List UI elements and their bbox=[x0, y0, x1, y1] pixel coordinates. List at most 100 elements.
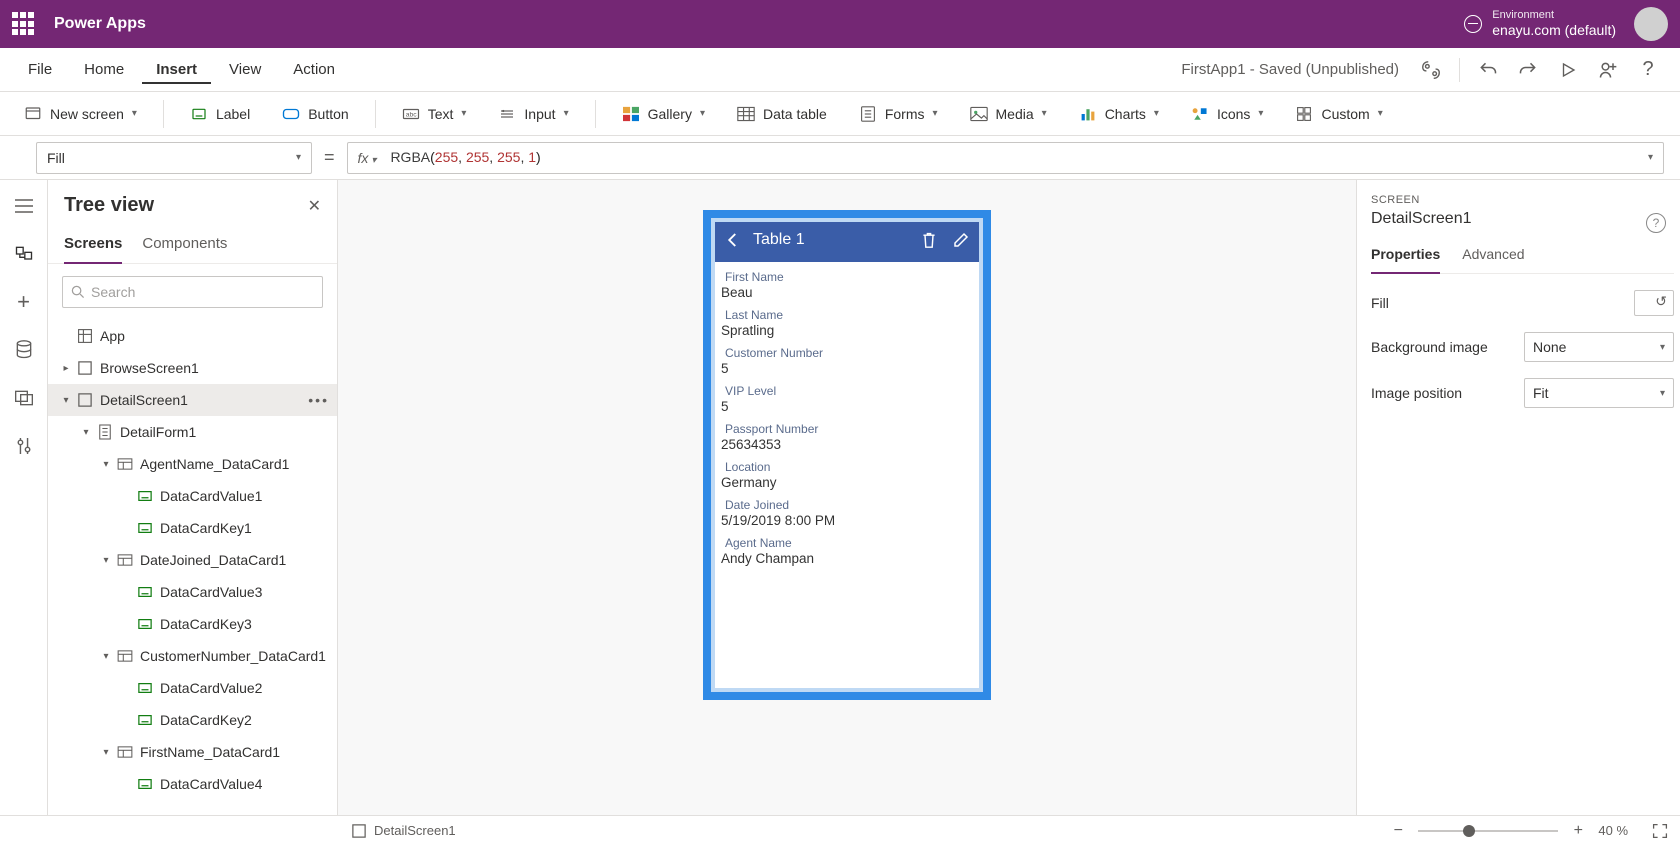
screen-icon bbox=[24, 105, 42, 123]
icons-button[interactable]: Icons ▾ bbox=[1181, 99, 1274, 129]
breadcrumb[interactable]: DetailScreen1 bbox=[352, 823, 456, 838]
edit-icon[interactable] bbox=[949, 228, 973, 252]
tree-view-icon[interactable] bbox=[12, 242, 36, 266]
tab-components[interactable]: Components bbox=[142, 229, 227, 263]
data-card[interactable]: Passport Number25634353 bbox=[719, 418, 975, 456]
icons-icon bbox=[1191, 105, 1209, 123]
chevron-down-icon[interactable]: ▾ bbox=[1648, 152, 1653, 163]
tree-node-dck1[interactable]: DataCardKey1 bbox=[48, 512, 337, 544]
datacard-icon bbox=[116, 743, 134, 761]
tree-node-agentname-card[interactable]: ▾ AgentName_DataCard1 bbox=[48, 448, 337, 480]
data-card[interactable]: Agent NameAndy Champan bbox=[719, 532, 975, 570]
data-card[interactable]: Customer Number5 bbox=[719, 342, 975, 380]
chevron-down-icon[interactable]: ▾ bbox=[78, 427, 94, 438]
menu-bar: File Home Insert View Action FirstApp1 -… bbox=[0, 48, 1680, 92]
menu-action[interactable]: Action bbox=[279, 55, 349, 84]
zoom-in-button[interactable]: + bbox=[1568, 821, 1588, 841]
gallery-icon bbox=[622, 105, 640, 123]
tree-node-dcv1[interactable]: DataCardValue1 bbox=[48, 480, 337, 512]
label-leaf-icon bbox=[136, 583, 154, 601]
data-table-icon bbox=[737, 105, 755, 123]
tab-advanced[interactable]: Advanced bbox=[1462, 240, 1524, 273]
info-icon[interactable]: ? bbox=[1646, 213, 1666, 233]
help-icon[interactable]: ? bbox=[1630, 52, 1666, 88]
waffle-icon[interactable] bbox=[12, 12, 36, 36]
advanced-tools-icon[interactable] bbox=[12, 434, 36, 458]
tree-node-detail-screen[interactable]: ▾ DetailScreen1 ••• bbox=[48, 384, 337, 416]
canvas-area[interactable]: Table 1 First NameBeauLast NameSpratling… bbox=[338, 180, 1356, 815]
property-selector[interactable]: Fill ▾ bbox=[36, 142, 312, 174]
hamburger-icon[interactable] bbox=[12, 194, 36, 218]
fill-color-swatch[interactable] bbox=[1634, 290, 1674, 316]
data-icon[interactable] bbox=[12, 338, 36, 362]
media-rail-icon[interactable] bbox=[12, 386, 36, 410]
data-card[interactable]: Date Joined5/19/2019 8:00 PM bbox=[719, 494, 975, 532]
tree-node-dcv2[interactable]: DataCardValue2 bbox=[48, 672, 337, 704]
gallery-button[interactable]: Gallery ▾ bbox=[612, 99, 715, 129]
zoom-out-button[interactable]: − bbox=[1388, 821, 1408, 841]
close-icon[interactable]: ✕ bbox=[308, 196, 321, 216]
data-card[interactable]: VIP Level5 bbox=[719, 380, 975, 418]
tree-node-firstname-card[interactable]: ▾ FirstName_DataCard1 bbox=[48, 736, 337, 768]
globe-icon bbox=[1464, 15, 1482, 33]
chevron-down-icon[interactable]: ▾ bbox=[58, 395, 74, 406]
label-button[interactable]: Label bbox=[180, 99, 260, 129]
redo-icon[interactable] bbox=[1510, 52, 1546, 88]
undo-icon[interactable] bbox=[1470, 52, 1506, 88]
play-icon[interactable] bbox=[1550, 52, 1586, 88]
phone-header: Table 1 bbox=[711, 218, 983, 262]
formula-input[interactable]: fx▾ RGBA(255, 255, 255, 1) ▾ bbox=[347, 142, 1664, 174]
text-button[interactable]: abc Text ▾ bbox=[392, 99, 477, 129]
tree-node-browse-screen[interactable]: ▸ BrowseScreen1 bbox=[48, 352, 337, 384]
button-button[interactable]: Button bbox=[272, 99, 358, 129]
bgimage-select[interactable]: None▾ bbox=[1524, 332, 1674, 362]
insert-icon[interactable]: + bbox=[12, 290, 36, 314]
environment-picker[interactable]: Environment enayu.com (default) bbox=[1464, 9, 1616, 39]
search-input[interactable]: Search bbox=[62, 276, 323, 308]
media-icon bbox=[970, 105, 988, 123]
back-icon[interactable] bbox=[721, 228, 745, 252]
app-checker-icon[interactable] bbox=[1413, 52, 1449, 88]
tab-properties[interactable]: Properties bbox=[1371, 240, 1440, 274]
menu-home[interactable]: Home bbox=[70, 55, 138, 84]
tree-node-dck3[interactable]: DataCardKey3 bbox=[48, 608, 337, 640]
tree-node-app[interactable]: App bbox=[48, 320, 337, 352]
tree-node-dcv4[interactable]: DataCardValue4 bbox=[48, 768, 337, 800]
menu-file[interactable]: File bbox=[14, 55, 66, 84]
tree-node-dcv3[interactable]: DataCardValue3 bbox=[48, 576, 337, 608]
user-avatar[interactable] bbox=[1634, 7, 1668, 41]
menu-view[interactable]: View bbox=[215, 55, 275, 84]
zoom-slider[interactable] bbox=[1418, 830, 1558, 832]
workspace: + Tree view ✕ Screens Components Search bbox=[0, 180, 1680, 815]
tree-node-detail-form[interactable]: ▾ DetailForm1 bbox=[48, 416, 337, 448]
phone-preview[interactable]: Table 1 First NameBeauLast NameSpratling… bbox=[703, 210, 991, 700]
label-leaf-icon bbox=[136, 711, 154, 729]
label-leaf-icon bbox=[136, 679, 154, 697]
share-icon[interactable] bbox=[1590, 52, 1626, 88]
tab-screens[interactable]: Screens bbox=[64, 229, 122, 264]
fit-to-window-icon[interactable] bbox=[1652, 823, 1668, 839]
new-screen-button[interactable]: New screen ▾ bbox=[14, 99, 147, 129]
more-options-icon[interactable]: ••• bbox=[308, 392, 329, 408]
forms-button[interactable]: Forms ▾ bbox=[849, 99, 948, 129]
delete-icon[interactable] bbox=[917, 228, 941, 252]
input-button[interactable]: Input ▾ bbox=[488, 99, 578, 129]
charts-button[interactable]: Charts ▾ bbox=[1069, 99, 1169, 129]
tree-node-dck2[interactable]: DataCardKey2 bbox=[48, 704, 337, 736]
field-value: 25634353 bbox=[721, 437, 973, 452]
field-value: Spratling bbox=[721, 323, 973, 338]
data-card[interactable]: First NameBeau bbox=[719, 266, 975, 304]
media-button[interactable]: Media ▾ bbox=[960, 99, 1057, 129]
tree-node-customernumber-card[interactable]: ▾ CustomerNumber_DataCard1 bbox=[48, 640, 337, 672]
zoom-controls: − + 40 % bbox=[1388, 821, 1668, 841]
menu-insert[interactable]: Insert bbox=[142, 55, 211, 84]
imgpos-select[interactable]: Fit▾ bbox=[1524, 378, 1674, 408]
formula-bar: Fill ▾ = fx▾ RGBA(255, 255, 255, 1) ▾ bbox=[0, 136, 1680, 180]
data-card[interactable]: LocationGermany bbox=[719, 456, 975, 494]
custom-button[interactable]: Custom ▾ bbox=[1285, 99, 1392, 129]
data-table-button[interactable]: Data table bbox=[727, 99, 837, 129]
tree-node-datejoined-card[interactable]: ▾ DateJoined_DataCard1 bbox=[48, 544, 337, 576]
input-icon bbox=[498, 105, 516, 123]
chevron-right-icon[interactable]: ▸ bbox=[58, 363, 74, 374]
data-card[interactable]: Last NameSpratling bbox=[719, 304, 975, 342]
